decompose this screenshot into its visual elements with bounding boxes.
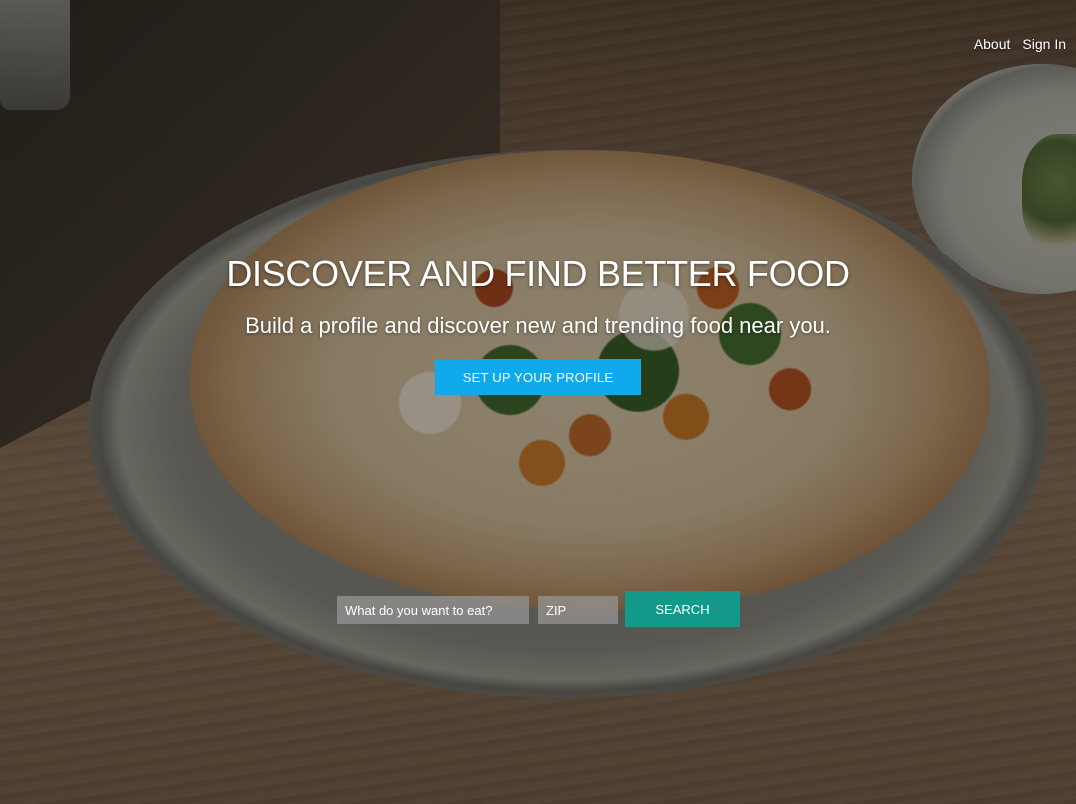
hero-background: [0, 0, 1076, 804]
hero-headline: DISCOVER AND FIND BETTER FOOD: [226, 253, 850, 294]
nav-about-link[interactable]: About: [974, 36, 1011, 52]
setup-profile-button[interactable]: SET UP YOUR PROFILE: [435, 359, 641, 395]
zip-input[interactable]: [538, 596, 618, 624]
food-search-input[interactable]: [337, 596, 529, 624]
top-nav: About Sign In: [974, 36, 1066, 52]
search-button[interactable]: SEARCH: [625, 591, 740, 627]
hero-overlay: [0, 0, 1076, 804]
nav-sign-in-link[interactable]: Sign In: [1022, 36, 1066, 52]
hero-subhead: Build a profile and discover new and tre…: [245, 313, 831, 338]
